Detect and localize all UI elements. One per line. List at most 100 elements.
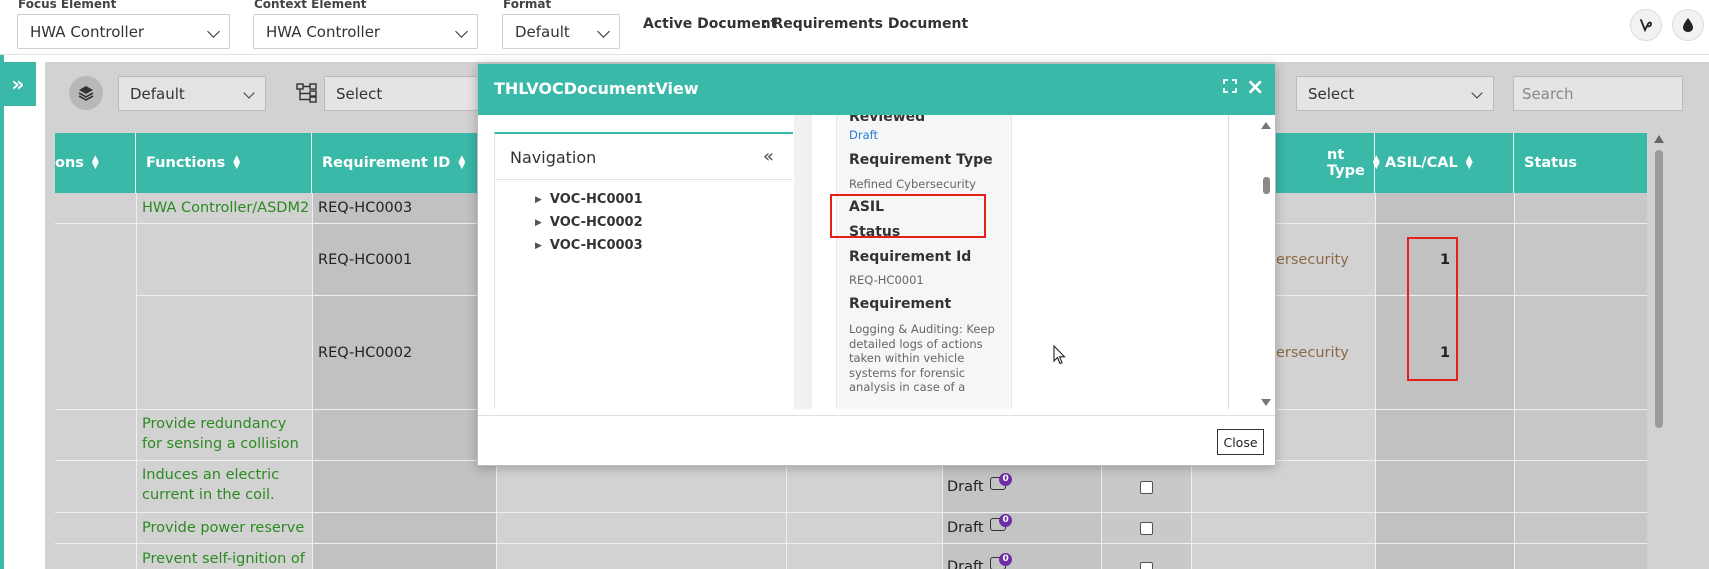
right-filter-select[interactable]: Select xyxy=(1296,76,1494,111)
nav-item-voc-hc0003[interactable]: ▶ VOC-HC0003 xyxy=(535,238,643,253)
focus-element-value: HWA Controller xyxy=(30,22,145,41)
requirement-value: Logging & Auditing: Keep detailed logs o… xyxy=(849,322,995,394)
scroll-up-arrow[interactable] xyxy=(1654,135,1664,143)
hierarchy-icon xyxy=(296,83,317,103)
function-cell[interactable]: HWA Controller/ASDM2 xyxy=(142,198,309,218)
chevron-down-icon xyxy=(597,25,610,38)
hierarchy-select[interactable]: Select xyxy=(324,76,484,111)
requirement-id-cell[interactable]: REQ-HC0001 xyxy=(318,250,412,270)
focus-element-label: Focus Element xyxy=(18,0,117,11)
format-value: Default xyxy=(515,22,570,41)
chevron-down-icon xyxy=(455,25,468,38)
status-cell: Draft 0 xyxy=(947,473,1013,497)
context-element-select[interactable]: HWA Controller xyxy=(253,14,478,49)
double-chevron-right-icon: » xyxy=(11,72,25,96)
hierarchy-button[interactable] xyxy=(290,76,324,110)
function-cell[interactable]: Provide power reserve xyxy=(142,518,304,538)
modal-title: THLVOCDocumentView xyxy=(494,79,699,98)
row-checkbox[interactable] xyxy=(1140,522,1153,535)
function-cell[interactable]: Provide redundancy for sensing a collisi… xyxy=(142,414,307,454)
navigation-panel: Navigation « ▶ VOC-HC0001 ▶ VOC-HC0002 ▶ VO… xyxy=(494,132,793,409)
document-view-modal: THLVOCDocumentView × Navigation « ▶ VOC-H… xyxy=(477,63,1276,466)
chevron-down-icon xyxy=(207,25,220,38)
function-cell[interactable]: Induces an electric current in the coil. xyxy=(142,465,307,505)
row-checkbox[interactable] xyxy=(1140,562,1153,569)
requirement-id-label: Requirement Id xyxy=(849,249,972,265)
requirement-id-value: REQ-HC0001 xyxy=(849,273,924,287)
right-filter-select-value: Select xyxy=(1308,84,1355,103)
column-header-requirement-id[interactable]: Requirement ID ▲ ▼ xyxy=(312,133,482,193)
status-cell: Draft 0 xyxy=(947,514,1013,538)
modal-scrollbar-thumb[interactable] xyxy=(1263,177,1270,194)
theme-button[interactable] xyxy=(1672,9,1704,41)
active-document-label: Active Document xyxy=(643,16,778,32)
search-input[interactable]: Search xyxy=(1513,76,1683,111)
layer-select[interactable]: Default xyxy=(118,76,266,111)
column-header-asil-cal[interactable]: ASIL/CAL ▲ ▼ xyxy=(1375,133,1514,193)
chevron-down-icon xyxy=(1471,87,1483,99)
requirement-id-cell[interactable]: REQ-HC0002 xyxy=(318,343,412,363)
row-divider xyxy=(55,543,1647,544)
sort-icon: ▲ ▼ xyxy=(1465,154,1473,171)
modal-scroll-up-arrow[interactable] xyxy=(1261,122,1271,129)
modal-footer-divider xyxy=(478,415,1275,416)
requirement-type-label: Requirement Type xyxy=(849,152,993,168)
column-divider xyxy=(1375,193,1376,569)
expand-sidebar-button[interactable]: » xyxy=(0,62,36,106)
panel-splitter[interactable] xyxy=(794,115,812,409)
table-scrollbar-thumb[interactable] xyxy=(1655,150,1663,428)
function-cell[interactable]: Prevent self-ignition of xyxy=(142,549,305,569)
active-document-value: : Requirements Document xyxy=(762,16,969,32)
comment-icon[interactable]: 0 xyxy=(990,553,1013,569)
format-select[interactable]: Default xyxy=(502,14,620,49)
sort-icon: ▲ ▼ xyxy=(458,154,466,171)
review-column-bg xyxy=(1101,460,1191,569)
sort-icon: ▲ ▼ xyxy=(233,154,241,171)
layers-icon xyxy=(78,86,94,101)
comment-icon[interactable]: 0 xyxy=(990,473,1013,493)
context-element-label: Context Element xyxy=(254,0,367,11)
chevron-down-icon xyxy=(243,87,255,99)
pointer-icon xyxy=(1053,344,1066,365)
close-button[interactable]: Close xyxy=(1217,429,1264,455)
layers-button[interactable] xyxy=(69,76,103,110)
maximize-icon xyxy=(1223,79,1237,93)
column-divider xyxy=(1514,193,1515,569)
navigation-divider xyxy=(495,179,793,180)
hierarchy-select-value: Select xyxy=(336,84,383,103)
maximize-button[interactable] xyxy=(1223,79,1243,99)
focus-element-select[interactable]: HWA Controller xyxy=(17,14,230,49)
layer-select-value: Default xyxy=(130,84,185,103)
row-divider xyxy=(55,512,1647,513)
requirement-label: Requirement xyxy=(849,296,952,312)
navigation-title: Navigation xyxy=(510,148,597,167)
reviewed-label: Reviewed xyxy=(849,115,926,125)
asil-values-highlight xyxy=(1407,237,1458,381)
asil-label-highlight xyxy=(830,194,986,238)
requirement-type-value: Refined Cybersecurity xyxy=(849,177,976,191)
row-checkbox[interactable] xyxy=(1140,481,1153,494)
details-column: Reviewed Draft Requirement Type Refined … xyxy=(836,115,1012,409)
column-divider xyxy=(312,193,313,569)
comment-icon[interactable]: 0 xyxy=(990,514,1013,534)
vine-button[interactable] xyxy=(1630,9,1662,41)
caret-right-icon: ▶ xyxy=(535,195,542,205)
drop-icon xyxy=(1683,18,1693,32)
left-accent-strip xyxy=(0,55,4,569)
reviewed-value[interactable]: Draft xyxy=(849,128,999,143)
format-label: Format xyxy=(503,0,552,11)
requirement-id-cell[interactable]: REQ-HC0003 xyxy=(318,198,412,218)
column-header-operations[interactable]: ons ▲ ▼ xyxy=(55,133,136,193)
status-cell: Draft 0 xyxy=(947,553,1013,569)
column-header-functions[interactable]: Functions ▲ ▼ xyxy=(136,133,312,193)
close-icon[interactable]: × xyxy=(1246,75,1264,100)
caret-right-icon: ▶ xyxy=(535,218,542,228)
nav-item-voc-hc0001[interactable]: ▶ VOC-HC0001 xyxy=(535,192,643,207)
details-right-border xyxy=(1228,115,1229,409)
top-bar: Focus Element HWA Controller Context Ele… xyxy=(0,0,1709,55)
modal-scroll-down-arrow[interactable] xyxy=(1261,399,1271,406)
column-header-status[interactable]: Status xyxy=(1514,133,1647,193)
nav-item-voc-hc0002[interactable]: ▶ VOC-HC0002 xyxy=(535,215,643,230)
vine-icon xyxy=(1640,19,1652,33)
collapse-navigation-icon[interactable]: « xyxy=(763,146,774,167)
